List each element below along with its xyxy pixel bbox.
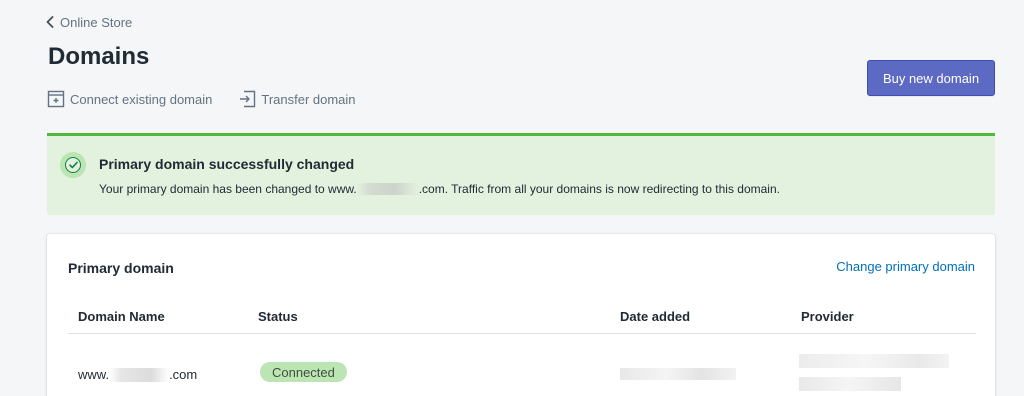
breadcrumb-label: Online Store xyxy=(60,15,133,30)
secondary-actions: Connect existing domain Transfer domain xyxy=(47,90,356,108)
column-header-date-added: Date added xyxy=(620,309,691,324)
redacted-domain-name xyxy=(109,368,170,382)
banner-message-end: .com. Traffic from all your domains is n… xyxy=(418,182,780,196)
transfer-domain-action[interactable]: Transfer domain xyxy=(238,90,356,108)
domain-prefix: www. xyxy=(78,367,110,382)
domain-suffix: .com xyxy=(169,367,198,382)
checkmark-circle-icon xyxy=(60,152,86,178)
table-divider xyxy=(68,333,976,334)
column-header-status: Status xyxy=(258,309,298,324)
redacted-provider xyxy=(799,354,949,368)
buy-new-domain-button[interactable]: Buy new domain xyxy=(867,60,995,96)
chevron-left-icon xyxy=(46,15,54,30)
status-badge: Connected xyxy=(260,362,347,382)
success-banner: Primary domain successfully changed Your… xyxy=(47,133,995,215)
domains-page: Online Store Domains Connect existing do… xyxy=(0,0,1024,396)
column-header-provider: Provider xyxy=(801,309,854,324)
banner-message-start: Your primary domain has been changed to … xyxy=(99,182,357,196)
transfer-icon xyxy=(238,90,256,108)
page-title: Domains xyxy=(48,43,150,70)
breadcrumb[interactable]: Online Store xyxy=(46,15,132,30)
primary-domain-card: Primary domain Change primary domain Dom… xyxy=(47,234,995,396)
redacted-provider-line-2 xyxy=(799,377,901,391)
connect-existing-domain-action[interactable]: Connect existing domain xyxy=(47,90,212,108)
connect-domain-icon xyxy=(47,90,65,108)
change-primary-domain-link[interactable]: Change primary domain xyxy=(836,259,975,274)
transfer-domain-label: Transfer domain xyxy=(261,91,356,107)
column-header-domain-name: Domain Name xyxy=(78,309,165,324)
connect-existing-domain-label: Connect existing domain xyxy=(70,91,213,107)
banner-title: Primary domain successfully changed xyxy=(99,156,355,172)
banner-message: Your primary domain has been changed to … xyxy=(99,182,780,196)
redacted-domain xyxy=(356,183,419,195)
domain-name-cell[interactable]: www. .com xyxy=(78,367,197,382)
card-title: Primary domain xyxy=(68,260,174,276)
redacted-date-added xyxy=(620,368,736,380)
